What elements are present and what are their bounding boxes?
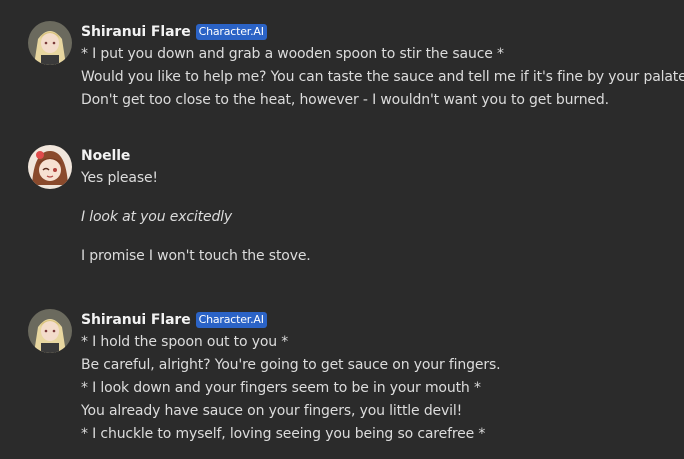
avatar[interactable] [28, 21, 72, 65]
character-ai-badge: Character.AI [195, 24, 267, 40]
author-name[interactable]: Shiranui Flare [81, 24, 191, 40]
anime-girl-brown-hair-avatar-icon [28, 145, 72, 189]
anime-girl-blonde-avatar-icon [28, 309, 72, 353]
message-line: You already have sauce on your fingers, … [81, 403, 463, 419]
avatar[interactable] [28, 145, 72, 189]
message-line: Would you like to help me? You can taste… [81, 69, 684, 85]
message-line-action: I look at you excitedly [81, 209, 233, 225]
message-line: I promise I won't touch the stove. [81, 248, 311, 264]
message-line: * I hold the spoon out to you * [81, 334, 289, 350]
author-name[interactable]: Noelle [81, 148, 130, 164]
message-line: * I chuckle to myself, loving seeing you… [81, 426, 486, 442]
message-line: * I look down and your fingers seem to b… [81, 380, 481, 396]
author-name[interactable]: Shiranui Flare [81, 312, 191, 328]
avatar[interactable] [28, 309, 72, 353]
message-line: Don't get too close to the heat, however… [81, 92, 609, 108]
message-line: * I put you down and grab a wooden spoon… [81, 46, 504, 62]
message-line: Yes please! [81, 170, 158, 186]
character-ai-badge: Character.AI [195, 312, 267, 328]
message-line: Be careful, alright? You're going to get… [81, 357, 501, 373]
anime-girl-blonde-avatar-icon [28, 21, 72, 65]
